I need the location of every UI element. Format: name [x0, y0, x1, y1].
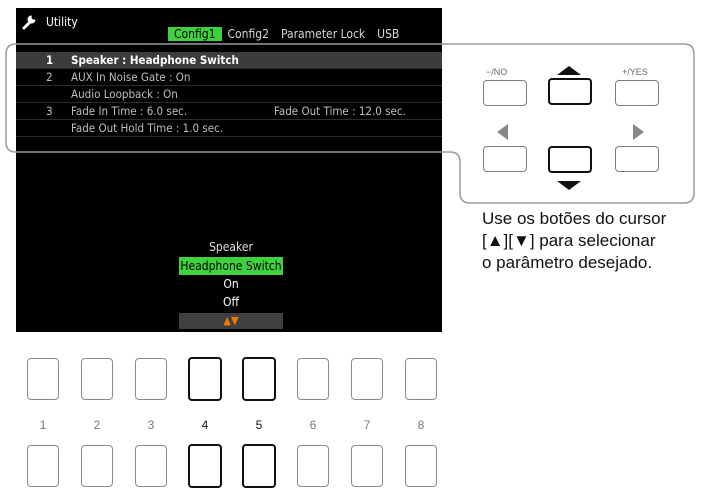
upper-button-8[interactable]	[405, 358, 437, 400]
lower-button-6[interactable]	[297, 445, 329, 487]
right-arrow-icon	[633, 124, 644, 140]
lower-button-8[interactable]	[405, 445, 437, 487]
left-arrow-icon	[497, 124, 508, 140]
button-number-8: 8	[417, 418, 425, 432]
button-number-6: 6	[309, 418, 317, 432]
cursor-up-button[interactable]	[548, 78, 592, 105]
no-button[interactable]	[483, 80, 527, 106]
button-number-4: 4	[201, 418, 209, 432]
instruction-text: Use os botões do cursor [▲][▼] para sele…	[482, 209, 667, 272]
upper-button-7[interactable]	[351, 358, 383, 400]
down-arrow-icon	[557, 181, 581, 190]
cursor-left-button[interactable]	[483, 146, 527, 172]
no-label: −/NO	[486, 67, 508, 77]
lower-button-4[interactable]	[188, 444, 222, 488]
upper-button-2[interactable]	[81, 358, 113, 400]
yes-label: +/YES	[622, 67, 648, 77]
button-number-7: 7	[363, 418, 371, 432]
upper-button-6[interactable]	[297, 358, 329, 400]
upper-button-1[interactable]	[27, 358, 59, 400]
lower-button-2[interactable]	[81, 445, 113, 487]
upper-button-5[interactable]	[242, 357, 276, 401]
lower-button-7[interactable]	[351, 445, 383, 487]
button-number-3: 3	[147, 418, 155, 432]
button-number-5: 5	[255, 418, 263, 432]
button-number-1: 1	[39, 418, 47, 432]
upper-button-3[interactable]	[135, 358, 167, 400]
upper-button-4[interactable]	[188, 357, 222, 401]
cursor-down-button[interactable]	[548, 146, 592, 173]
cursor-right-button[interactable]	[615, 146, 659, 172]
lower-button-1[interactable]	[27, 445, 59, 487]
button-number-2: 2	[93, 418, 101, 432]
yes-button[interactable]	[615, 80, 659, 106]
up-arrow-icon	[557, 66, 581, 75]
lower-button-5[interactable]	[242, 444, 276, 488]
lower-button-3[interactable]	[135, 445, 167, 487]
